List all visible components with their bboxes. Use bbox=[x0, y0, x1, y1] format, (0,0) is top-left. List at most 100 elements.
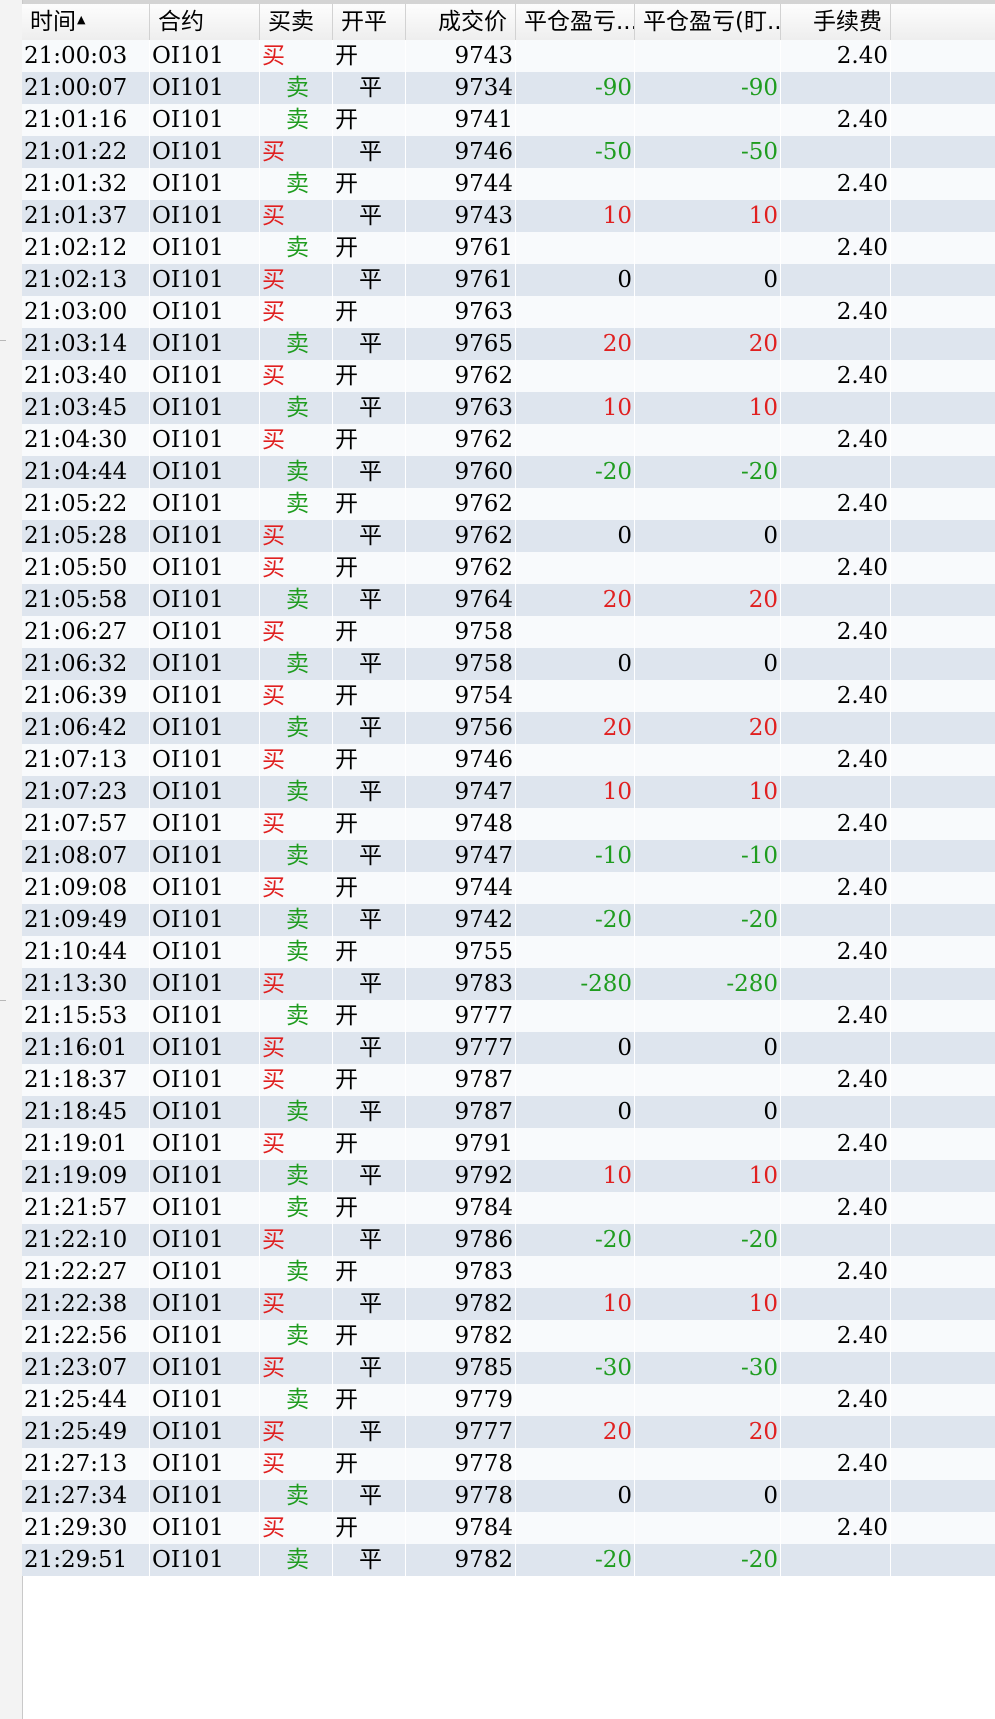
cell-time: 21:03:45 bbox=[24, 392, 150, 424]
table-row[interactable]: 21:22:10 OI101 买平 9786 -20 -20 bbox=[22, 1224, 995, 1256]
table-row[interactable]: 21:00:07 OI101 卖平 9734 -90 -90 bbox=[22, 72, 995, 104]
header-pnl[interactable]: 平仓盈亏... bbox=[516, 4, 635, 40]
table-row[interactable]: 21:03:14 OI101 卖平 9765 20 20 bbox=[22, 328, 995, 360]
table-row[interactable]: 21:04:44 OI101 卖平 9760 -20 -20 bbox=[22, 456, 995, 488]
header-offset-label: 开平 bbox=[341, 9, 387, 35]
cell-price: 9779 bbox=[406, 1384, 516, 1416]
header-price[interactable]: 成交价 bbox=[406, 4, 516, 40]
table-row[interactable]: 21:16:01 OI101 买平 9777 0 0 bbox=[22, 1032, 995, 1064]
table-row[interactable]: 21:29:51 OI101 卖平 9782 -20 -20 bbox=[22, 1544, 995, 1576]
table-row[interactable]: 21:05:50 OI101 买开 9762 2.40 bbox=[22, 552, 995, 584]
table-row[interactable]: 21:08:07 OI101 卖平 9747 -10 -10 bbox=[22, 840, 995, 872]
cell-offset: 平 bbox=[359, 136, 406, 168]
table-row[interactable]: 21:03:00 OI101 买开 9763 2.40 bbox=[22, 296, 995, 328]
table-row[interactable]: 21:27:13 OI101 买开 9778 2.40 bbox=[22, 1448, 995, 1480]
cell-time: 21:01:37 bbox=[24, 200, 150, 232]
table-row[interactable]: 21:06:42 OI101 卖平 9756 20 20 bbox=[22, 712, 995, 744]
cell-fee bbox=[781, 264, 891, 296]
header-offset[interactable]: 开平 bbox=[333, 4, 406, 40]
cell-fee: 2.40 bbox=[781, 1320, 891, 1352]
table-row[interactable]: 21:25:49 OI101 买平 9777 20 20 bbox=[22, 1416, 995, 1448]
table-row[interactable]: 21:04:30 OI101 买开 9762 2.40 bbox=[22, 424, 995, 456]
cell-contract: OI101 bbox=[152, 1032, 260, 1064]
table-row[interactable]: 21:29:30 OI101 买开 9784 2.40 bbox=[22, 1512, 995, 1544]
cell-offset: 平 bbox=[359, 392, 406, 424]
cell-contract: OI101 bbox=[152, 1448, 260, 1480]
cell-side: 卖 bbox=[286, 1480, 333, 1512]
table-row[interactable]: 21:02:12 OI101 卖开 9761 2.40 bbox=[22, 232, 995, 264]
cell-pnl-mark: 0 bbox=[635, 520, 781, 552]
header-fee[interactable]: 手续费 bbox=[781, 4, 891, 40]
cell-offset: 开 bbox=[335, 1512, 406, 1544]
cell-pnl bbox=[516, 744, 635, 776]
cell-contract: OI101 bbox=[152, 200, 260, 232]
cell-pnl bbox=[516, 680, 635, 712]
cell-time: 21:07:13 bbox=[24, 744, 150, 776]
table-row[interactable]: 21:27:34 OI101 卖平 9778 0 0 bbox=[22, 1480, 995, 1512]
table-row[interactable]: 21:09:49 OI101 卖平 9742 -20 -20 bbox=[22, 904, 995, 936]
cell-contract: OI101 bbox=[152, 1064, 260, 1096]
cell-side: 卖 bbox=[286, 712, 333, 744]
table-row[interactable]: 21:09:08 OI101 买开 9744 2.40 bbox=[22, 872, 995, 904]
table-row[interactable]: 21:01:22 OI101 买平 9746 -50 -50 bbox=[22, 136, 995, 168]
table-row[interactable]: 21:19:01 OI101 买开 9791 2.40 bbox=[22, 1128, 995, 1160]
table-row[interactable]: 21:01:32 OI101 卖开 9744 2.40 bbox=[22, 168, 995, 200]
cell-side: 买 bbox=[262, 1128, 333, 1160]
table-row[interactable]: 21:06:32 OI101 卖平 9758 0 0 bbox=[22, 648, 995, 680]
cell-pnl-mark bbox=[635, 936, 781, 968]
cell-side: 买 bbox=[262, 1352, 333, 1384]
cell-side: 买 bbox=[262, 808, 333, 840]
table-row[interactable]: 21:05:22 OI101 卖开 9762 2.40 bbox=[22, 488, 995, 520]
header-time[interactable]: 时间▲ bbox=[22, 4, 150, 40]
table-row[interactable]: 21:05:28 OI101 买平 9762 0 0 bbox=[22, 520, 995, 552]
table-row[interactable]: 21:01:37 OI101 买平 9743 10 10 bbox=[22, 200, 995, 232]
table-row[interactable]: 21:03:45 OI101 卖平 9763 10 10 bbox=[22, 392, 995, 424]
cell-fee bbox=[781, 1416, 891, 1448]
table-row[interactable]: 21:10:44 OI101 卖开 9755 2.40 bbox=[22, 936, 995, 968]
table-row[interactable]: 21:06:27 OI101 买开 9758 2.40 bbox=[22, 616, 995, 648]
table-row[interactable]: 21:18:37 OI101 买开 9787 2.40 bbox=[22, 1064, 995, 1096]
cell-pnl bbox=[516, 1192, 635, 1224]
table-row[interactable]: 21:23:07 OI101 买平 9785 -30 -30 bbox=[22, 1352, 995, 1384]
table-row[interactable]: 21:06:39 OI101 买开 9754 2.40 bbox=[22, 680, 995, 712]
cell-offset: 平 bbox=[359, 1544, 406, 1576]
cell-pnl bbox=[516, 1128, 635, 1160]
table-row[interactable]: 21:07:13 OI101 买开 9746 2.40 bbox=[22, 744, 995, 776]
table-row[interactable]: 21:21:57 OI101 卖开 9784 2.40 bbox=[22, 1192, 995, 1224]
cell-pnl-mark: -30 bbox=[635, 1352, 781, 1384]
cell-pnl bbox=[516, 936, 635, 968]
cell-pnl-mark: -280 bbox=[635, 968, 781, 1000]
table-row[interactable]: 21:03:40 OI101 买开 9762 2.40 bbox=[22, 360, 995, 392]
cell-fee bbox=[781, 584, 891, 616]
table-row[interactable]: 21:07:57 OI101 买开 9748 2.40 bbox=[22, 808, 995, 840]
table-row[interactable]: 21:15:53 OI101 卖开 9777 2.40 bbox=[22, 1000, 995, 1032]
cell-pnl bbox=[516, 872, 635, 904]
cell-pnl-mark bbox=[635, 1128, 781, 1160]
cell-price: 9761 bbox=[406, 264, 516, 296]
table-row[interactable]: 21:25:44 OI101 卖开 9779 2.40 bbox=[22, 1384, 995, 1416]
table-row[interactable]: 21:22:27 OI101 卖开 9783 2.40 bbox=[22, 1256, 995, 1288]
table-row[interactable]: 21:22:38 OI101 买平 9782 10 10 bbox=[22, 1288, 995, 1320]
cell-offset: 开 bbox=[335, 168, 406, 200]
table-row[interactable]: 21:13:30 OI101 买平 9783 -280 -280 bbox=[22, 968, 995, 1000]
header-contract[interactable]: 合约 bbox=[150, 4, 260, 40]
cell-fee bbox=[781, 840, 891, 872]
cell-pnl: 0 bbox=[516, 1480, 635, 1512]
table-row[interactable]: 21:22:56 OI101 卖开 9782 2.40 bbox=[22, 1320, 995, 1352]
cell-contract: OI101 bbox=[152, 776, 260, 808]
header-side[interactable]: 买卖 bbox=[260, 4, 333, 40]
cell-side: 卖 bbox=[286, 328, 333, 360]
cell-contract: OI101 bbox=[152, 904, 260, 936]
table-row[interactable]: 21:18:45 OI101 卖平 9787 0 0 bbox=[22, 1096, 995, 1128]
table-row[interactable]: 21:05:58 OI101 卖平 9764 20 20 bbox=[22, 584, 995, 616]
table-row[interactable]: 21:00:03 OI101 买开 9743 2.40 bbox=[22, 40, 995, 72]
table-row[interactable]: 21:01:16 OI101 卖开 9741 2.40 bbox=[22, 104, 995, 136]
table-row[interactable]: 21:07:23 OI101 卖平 9747 10 10 bbox=[22, 776, 995, 808]
header-pnl-mark[interactable]: 平仓盈亏(盯... bbox=[635, 4, 781, 40]
cell-side: 卖 bbox=[286, 776, 333, 808]
table-header: 时间▲ 合约 买卖 开平 成交价 平仓盈亏... 平仓盈亏(盯... 手续费 bbox=[22, 4, 995, 41]
cell-fee bbox=[781, 904, 891, 936]
table-row[interactable]: 21:19:09 OI101 卖平 9792 10 10 bbox=[22, 1160, 995, 1192]
table-row[interactable]: 21:02:13 OI101 买平 9761 0 0 bbox=[22, 264, 995, 296]
cell-pnl-mark bbox=[635, 1000, 781, 1032]
